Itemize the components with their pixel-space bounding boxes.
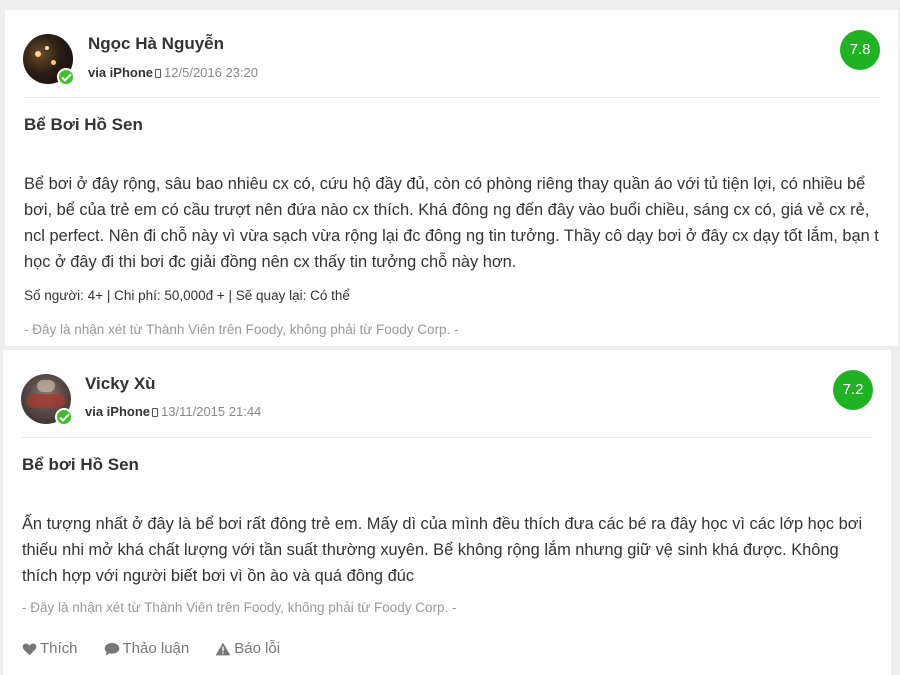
review-score: 7.8	[840, 30, 880, 70]
divider	[23, 97, 881, 98]
review-stats: Số người: 4+ | Chi phí: 50,000đ + | Sẽ q…	[24, 288, 350, 303]
review-score: 7.2	[833, 370, 873, 410]
discuss-label: Thảo luận	[122, 640, 190, 657]
review-body: Ấn tượng nhất ở đây là bể bơi rất đông t…	[22, 515, 863, 585]
review-date: 13/11/2015 21:44	[161, 404, 262, 419]
like-label: Thích	[40, 640, 78, 657]
discuss-button[interactable]: Thảo luận	[104, 640, 190, 657]
review-card: Ngọc Hà Nguyễn via iPhone 12/5/2016 23:20…	[5, 10, 898, 346]
review-body: Bể bơi ở đây rộng, sâu bao nhiêu cx có, …	[24, 175, 879, 271]
disclaimer-note: - Đây là nhận xét từ Thành Viên trên Foo…	[24, 322, 459, 337]
verified-check-icon	[57, 68, 75, 86]
comment-icon	[104, 642, 119, 656]
review-card: Vicky Xù via iPhone 13/11/2015 21:44 7.2 …	[3, 350, 891, 675]
device-label: via iPhone	[88, 65, 154, 80]
review-title[interactable]: Bể Bơi Hồ Sen	[24, 115, 143, 135]
review-actions: Thích Thảo luận Báo lỗi	[22, 640, 280, 657]
user-name[interactable]: Vicky Xù	[85, 374, 156, 394]
avatar[interactable]	[21, 374, 73, 426]
report-label: Báo lỗi	[234, 640, 281, 657]
phone-icon	[155, 69, 162, 78]
warning-icon	[215, 642, 231, 655]
disclaimer-note: - Đây là nhận xét từ Thành Viên trên Foo…	[22, 600, 457, 615]
like-button[interactable]: Thích	[22, 640, 78, 657]
review-meta: via iPhone 13/11/2015 21:44	[85, 404, 261, 419]
divider	[21, 437, 873, 438]
user-name[interactable]: Ngọc Hà Nguyễn	[88, 34, 224, 54]
avatar[interactable]	[23, 34, 75, 86]
device-label: via iPhone	[85, 404, 151, 419]
review-title[interactable]: Bể bơi Hồ Sen	[22, 455, 139, 475]
phone-icon	[152, 408, 159, 417]
heart-icon	[22, 642, 37, 655]
report-button[interactable]: Báo lỗi	[215, 640, 280, 657]
review-meta: via iPhone 12/5/2016 23:20	[88, 65, 258, 80]
review-date: 12/5/2016 23:20	[164, 65, 259, 80]
verified-check-icon	[55, 408, 73, 426]
